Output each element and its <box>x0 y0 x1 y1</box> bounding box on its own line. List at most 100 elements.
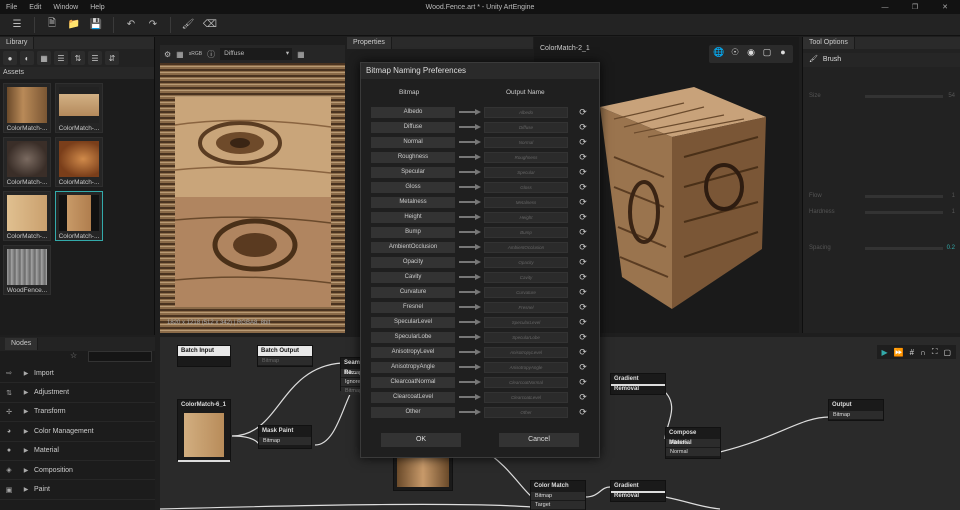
output-name-input[interactable]: Cavity <box>484 272 568 283</box>
output-name-input[interactable]: ClearcoatLevel <box>484 392 568 403</box>
tab-library[interactable]: Library <box>0 37 35 49</box>
output-name-input[interactable]: SpecularLevel <box>484 317 568 328</box>
reset-icon[interactable]: ⟳ <box>577 316 589 328</box>
sort-icon[interactable]: ⇅ <box>71 51 85 65</box>
reset-icon[interactable]: ⟳ <box>577 376 589 388</box>
hamburger-icon[interactable]: ☰ <box>8 16 26 34</box>
output-name-input[interactable]: Normal <box>484 137 568 148</box>
asset-item[interactable]: ColorMatch-... <box>3 83 51 133</box>
brush-icon[interactable]: 🖌 <box>179 16 197 34</box>
node-category-composition[interactable]: ◈ ▶ Composition <box>0 461 155 481</box>
flow-slider[interactable]: Flow 1 <box>809 193 955 199</box>
filter-icon[interactable]: ☰ <box>88 51 102 65</box>
node-batch-input[interactable]: Batch Input <box>177 345 231 367</box>
node-mask-paint[interactable]: Mask Paint Bitmap <box>258 425 312 449</box>
output-name-input[interactable]: Other <box>484 407 568 418</box>
reset-icon[interactable]: ⟳ <box>577 241 589 253</box>
output-name-input[interactable]: Diffuse <box>484 122 568 133</box>
output-name-input[interactable]: Gloss <box>484 182 568 193</box>
output-name-input[interactable]: Roughness <box>484 152 568 163</box>
viewer-2d[interactable] <box>160 45 345 333</box>
node-color-match[interactable]: Color Match Bitmap Target <box>530 480 586 510</box>
node-category-import[interactable]: ⇨ ▶ Import <box>0 364 155 384</box>
open-folder-icon[interactable]: 📁 <box>65 16 83 34</box>
channel-select[interactable]: Diffuse <box>220 48 293 60</box>
reset-icon[interactable]: ⟳ <box>577 361 589 373</box>
output-name-input[interactable]: Bump <box>484 227 568 238</box>
reset-icon[interactable]: ⟳ <box>577 106 589 118</box>
minimize-icon[interactable]: — <box>870 0 900 14</box>
tab-nodes[interactable]: Nodes <box>5 338 39 350</box>
sort-alpha-icon[interactable]: ⇵ <box>105 51 119 65</box>
asset-item[interactable]: WoodFence... <box>3 245 51 295</box>
fullscreen-icon[interactable]: ▢ <box>943 348 951 357</box>
reset-icon[interactable]: ⟳ <box>577 196 589 208</box>
brush-tool[interactable]: 🖌 Brush <box>803 53 960 67</box>
node-category-material[interactable]: ● ▶ Material <box>0 442 155 461</box>
asset-item[interactable]: ColorMatch-... <box>3 137 51 187</box>
node-category-paint[interactable]: ▣ ▶ Paint <box>0 480 155 500</box>
zoom-fit-icon[interactable]: ⛶ <box>932 347 938 357</box>
ok-button[interactable]: OK <box>381 433 461 447</box>
asset-item[interactable]: ColorMatch-... <box>55 137 103 187</box>
play-icon[interactable]: ▶ <box>882 348 888 357</box>
reset-icon[interactable]: ⟳ <box>577 121 589 133</box>
reset-icon[interactable]: ⟳ <box>577 346 589 358</box>
node-batch-output[interactable]: Batch Output Bitmap <box>257 345 313 367</box>
reset-icon[interactable]: ⟳ <box>577 166 589 178</box>
output-name-input[interactable]: Opacity <box>484 257 568 268</box>
reset-icon[interactable]: ⟳ <box>577 211 589 223</box>
favorites-star-icon[interactable]: ☆ <box>70 351 77 360</box>
output-name-input[interactable]: Height <box>484 212 568 223</box>
undo-icon[interactable]: ↶ <box>122 16 140 34</box>
node-compose-material[interactable]: Compose Material Albedo Normal <box>665 427 721 459</box>
info-icon[interactable]: ⓘ <box>207 49 215 60</box>
reset-icon[interactable]: ⟳ <box>577 331 589 343</box>
histogram-icon[interactable]: ▦ <box>176 50 184 59</box>
node-gradient-removal-1[interactable]: Gradient Removal <box>610 373 666 395</box>
reset-icon[interactable]: ⟳ <box>577 151 589 163</box>
list-icon[interactable]: ☰ <box>54 51 68 65</box>
new-file-icon[interactable]: 🗎 <box>43 16 61 34</box>
sphere-icon[interactable]: ◐ <box>20 51 34 65</box>
menu-help[interactable]: Help <box>90 4 104 11</box>
restore-icon[interactable]: ❐ <box>900 0 930 14</box>
node-colormatch-input[interactable]: ColorMatch-6_1 <box>177 399 231 462</box>
output-name-input[interactable]: AnisotropyLevel <box>484 347 568 358</box>
close-icon[interactable]: ✕ <box>930 0 960 14</box>
asset-item[interactable]: ColorMatch-... <box>55 83 103 133</box>
output-name-input[interactable]: ClearcoatNormal <box>484 377 568 388</box>
fast-forward-icon[interactable]: ⏩ <box>894 348 904 357</box>
reset-icon[interactable]: ⟳ <box>577 406 589 418</box>
cancel-button[interactable]: Cancel <box>499 433 579 447</box>
output-name-input[interactable]: SpecularLobe <box>484 332 568 343</box>
output-name-input[interactable]: AmbientOcclusion <box>484 242 568 253</box>
spacing-slider[interactable]: Spacing 0.2 <box>809 245 955 251</box>
node-category-color-management[interactable]: ◕ ▶ Color Management <box>0 422 155 442</box>
reset-icon[interactable]: ⟳ <box>577 256 589 268</box>
grid-icon[interactable]: ▦ <box>297 50 305 59</box>
magnet-icon[interactable]: ∩ <box>920 348 926 357</box>
reset-icon[interactable]: ⟳ <box>577 136 589 148</box>
reset-icon[interactable]: ⟳ <box>577 271 589 283</box>
hardness-slider[interactable]: Hardness 1 <box>809 209 955 215</box>
size-slider[interactable]: Size 54 <box>809 93 955 99</box>
output-name-input[interactable]: AnisotropyAngle <box>484 362 568 373</box>
material-icon[interactable]: ● <box>3 51 17 65</box>
reset-icon[interactable]: ⟳ <box>577 181 589 193</box>
node-category-adjustment[interactable]: ⇅ ▶ Adjustment <box>0 383 155 403</box>
tab-tool-options[interactable]: Tool Options <box>803 37 855 49</box>
node-category-transform[interactable]: ✢ ▶ Transform <box>0 403 155 423</box>
output-name-input[interactable]: Specular <box>484 167 568 178</box>
eraser-icon[interactable]: ⌫ <box>201 16 219 34</box>
output-name-input[interactable]: Albedo <box>484 107 568 118</box>
grid-snap-icon[interactable]: # <box>910 348 914 357</box>
reset-icon[interactable]: ⟳ <box>577 286 589 298</box>
tab-properties[interactable]: Properties <box>347 37 392 49</box>
node-search-input[interactable] <box>88 351 152 362</box>
asset-item[interactable]: ColorMatch-... <box>3 191 51 241</box>
checker-icon[interactable]: ▦ <box>37 51 51 65</box>
output-name-input[interactable]: Fresnel <box>484 302 568 313</box>
reset-icon[interactable]: ⟳ <box>577 391 589 403</box>
output-name-input[interactable]: Metalness <box>484 197 568 208</box>
